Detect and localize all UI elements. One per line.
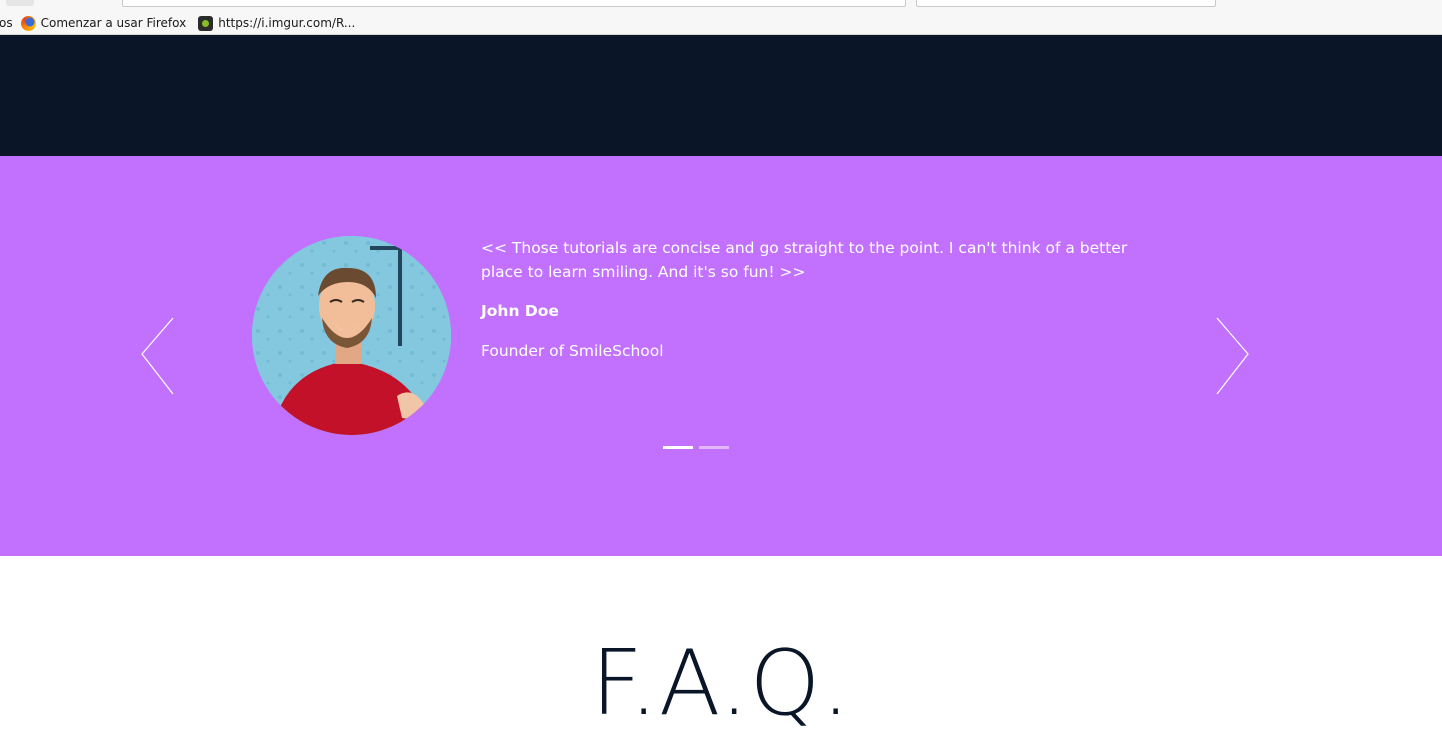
carousel-indicators (663, 446, 735, 449)
tab-stub[interactable] (6, 0, 34, 6)
bookmarks-bar: os Comenzar a usar Firefox https://i.img… (0, 13, 367, 33)
faq-section: F.A.Q. (0, 556, 1442, 732)
bookmarks-overflow-label[interactable]: os (0, 16, 13, 30)
testimonial-author-role: Founder of SmileSchool (481, 342, 664, 360)
testimonial-carousel: << Those tutorials are concise and go st… (0, 156, 1442, 556)
chevron-right-icon (1216, 317, 1249, 395)
url-bar[interactable] (122, 0, 906, 7)
testimonial-author-name: John Doe (481, 302, 559, 320)
testimonial-quote: << Those tutorials are concise and go st… (481, 239, 1128, 281)
bookmark-label: Comenzar a usar Firefox (40, 16, 187, 30)
carousel-next-button[interactable] (1216, 316, 1250, 396)
faq-title: F.A.Q. (591, 631, 851, 732)
imgur-icon (198, 15, 214, 31)
carousel-indicator-1[interactable] (663, 446, 693, 449)
firefox-icon (20, 15, 36, 31)
bookmark-imgur[interactable]: https://i.imgur.com/R... (198, 15, 356, 31)
bookmark-label: https://i.imgur.com/R... (218, 16, 356, 30)
carousel-prev-button[interactable] (140, 316, 174, 396)
avatar (252, 236, 451, 435)
chevron-left-icon (141, 317, 174, 395)
avatar-photo (252, 236, 451, 435)
carousel-indicator-2[interactable] (699, 446, 729, 449)
bookmark-firefox[interactable]: Comenzar a usar Firefox (20, 15, 187, 31)
search-bar[interactable] (916, 0, 1216, 7)
header-band (0, 35, 1442, 156)
browser-toolbar: os Comenzar a usar Firefox https://i.img… (0, 0, 1442, 35)
